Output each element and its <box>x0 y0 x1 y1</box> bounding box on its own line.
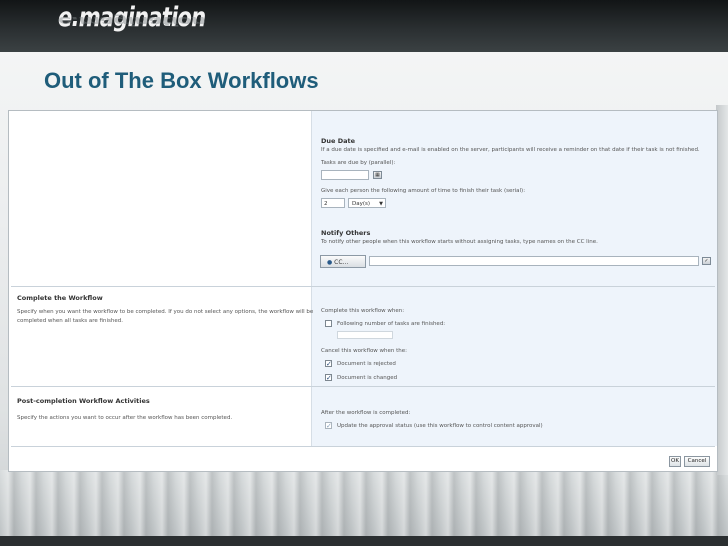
document-rejected-checkbox[interactable]: ✓ <box>325 360 332 368</box>
update-approval-checkbox[interactable]: ✓ <box>325 422 332 430</box>
complete-workflow-description-1: Specify when you want the workflow to be… <box>17 309 314 315</box>
tasks-finished-label: Following number of tasks are finished: <box>337 321 446 327</box>
tasks-finished-input[interactable] <box>337 331 393 339</box>
cc-input[interactable] <box>369 256 699 266</box>
complete-workflow-heading: Complete the Workflow <box>17 294 103 302</box>
document-changed-checkbox[interactable]: ✓ <box>325 374 332 382</box>
update-approval-label: Update the approval status (use this wor… <box>337 423 543 429</box>
section-divider <box>11 386 715 387</box>
footer-bar <box>0 536 728 546</box>
complete-workflow-description-2: completed when all tasks are finished. <box>17 318 123 324</box>
brand-logo-reflection: e.magination <box>58 14 206 28</box>
background-architecture <box>0 470 728 546</box>
section-divider <box>11 286 715 287</box>
notify-others-row: ● CC... ✓ <box>311 111 717 286</box>
complete-when-label: Complete this workflow when: <box>321 308 405 314</box>
section-divider <box>11 446 715 447</box>
people-icon: ● <box>327 259 333 266</box>
after-completion-label: After the workflow is completed: <box>321 410 411 416</box>
workflow-settings-screenshot: Due Date If a due date is specified and … <box>8 110 718 472</box>
post-completion-description: Specify the actions you want to occur af… <box>17 415 233 421</box>
slide-title: Out of The Box Workflows <box>44 68 319 93</box>
cc-button-label: CC... <box>334 259 349 266</box>
document-changed-label: Document is changed <box>337 375 398 381</box>
cancel-when-label: Cancel this workflow when the: <box>321 348 408 354</box>
ok-button[interactable]: OK <box>669 456 681 467</box>
tasks-finished-checkbox[interactable] <box>325 320 332 327</box>
document-rejected-label: Document is rejected <box>337 361 396 367</box>
check-names-icon[interactable]: ✓ <box>702 257 711 265</box>
cc-button[interactable]: ● CC... <box>320 255 366 268</box>
cancel-button[interactable]: Cancel <box>684 456 710 467</box>
post-completion-heading: Post-completion Workflow Activities <box>17 397 150 405</box>
